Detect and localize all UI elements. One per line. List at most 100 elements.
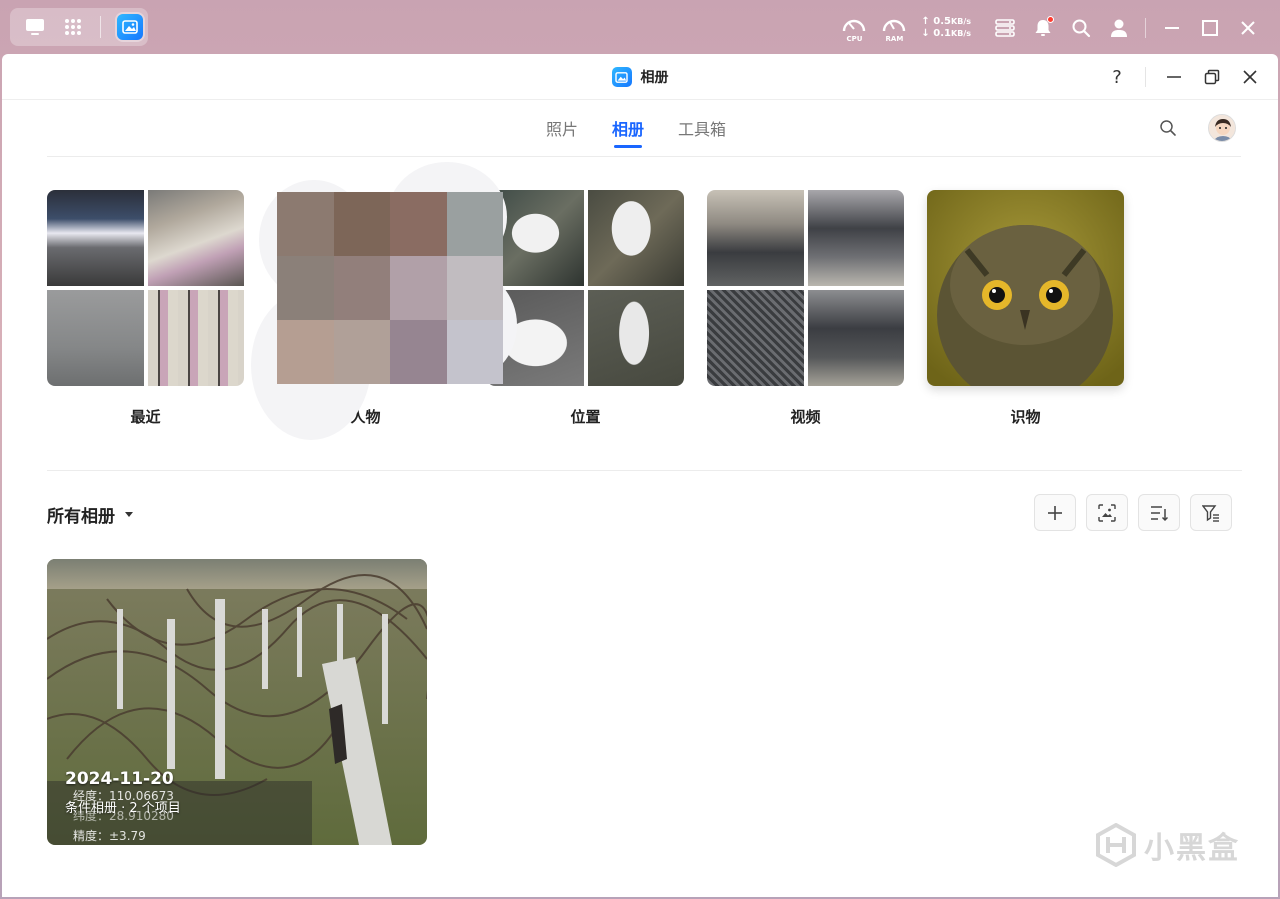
notification-bell-icon[interactable]	[1031, 16, 1055, 40]
category-recent[interactable]: 最近	[47, 190, 244, 427]
photos-window: 相册 ? 照片 相册 工具箱 最近 人物 位置 视频 识物 所有相册 2024-…	[2, 54, 1278, 897]
watermark-logo-icon	[1096, 823, 1136, 867]
add-album-button[interactable]	[1034, 494, 1076, 531]
upload-speed: 0.5	[933, 16, 952, 27]
mosaic-cell	[277, 192, 334, 256]
taskbar-status-area: CPU RAM ↑ 0.5KB/s ↓ 0.1KB/s	[841, 12, 1260, 44]
video-photo-3	[707, 290, 804, 386]
people-mosaic	[277, 192, 503, 384]
owl-photo	[927, 190, 1124, 386]
category-recent-thumbnail	[47, 190, 244, 386]
help-button[interactable]: ?	[1107, 67, 1127, 88]
album-toolbar	[1034, 494, 1232, 531]
category-location[interactable]: 位置	[487, 190, 684, 427]
tab-albums[interactable]: 相册	[612, 100, 644, 156]
search-icon[interactable]	[1158, 118, 1178, 138]
upload-arrow-icon: ↑	[921, 16, 930, 27]
photos-app-taskbar-icon[interactable]	[117, 14, 143, 40]
mosaic-cell	[446, 192, 503, 256]
category-video-label: 视频	[790, 408, 821, 426]
video-photo-4	[807, 290, 904, 386]
caret-down-icon	[125, 512, 133, 517]
global-search-icon[interactable]	[1069, 16, 1093, 40]
mosaic-cell	[446, 320, 503, 384]
tabs-divider	[47, 156, 1241, 157]
category-people-thumbnail	[251, 162, 517, 440]
filter-button[interactable]	[1190, 494, 1232, 531]
photos-app-icon	[611, 67, 632, 87]
location-photo-2	[587, 190, 684, 286]
tabs-bar-actions	[1158, 100, 1236, 156]
window-controls-separator	[1145, 67, 1146, 87]
window-title: 相册	[640, 70, 669, 86]
upload-unit: KB/s	[951, 17, 971, 26]
all-albums-header: 所有相册	[47, 494, 1232, 534]
download-arrow-icon: ↓	[921, 28, 930, 39]
window-restore-button[interactable]	[1202, 67, 1222, 87]
category-recent-label: 最近	[130, 408, 161, 426]
recent-photo-4	[147, 290, 244, 386]
category-people[interactable]: 人物	[251, 162, 517, 440]
album-date: 2024-11-20	[65, 769, 174, 789]
desktop-close-icon[interactable]	[1236, 16, 1260, 40]
category-video-thumbnail	[707, 190, 904, 386]
app-grid-icon[interactable]	[62, 16, 84, 38]
recent-photo-1	[47, 190, 144, 286]
tab-toolbox[interactable]: 工具箱	[678, 100, 726, 156]
cpu-gauge[interactable]: CPU	[841, 15, 867, 43]
sort-icon	[1151, 505, 1168, 521]
show-desktop-icon[interactable]	[24, 16, 46, 38]
tab-photos[interactable]: 照片	[546, 100, 578, 156]
video-photo-2	[807, 190, 904, 286]
mosaic-cell	[277, 256, 334, 320]
filter-icon	[1202, 504, 1219, 522]
notification-dot	[1047, 16, 1054, 23]
recent-photo-2	[147, 190, 244, 286]
user-avatar[interactable]	[1208, 114, 1236, 142]
video-photo-1	[707, 190, 804, 286]
ram-gauge[interactable]: RAM	[881, 15, 907, 43]
taskbar-launcher-group	[10, 8, 148, 46]
ram-gauge-label: RAM	[885, 35, 904, 43]
tabs-bar: 照片 相册 工具箱	[2, 100, 1278, 156]
mosaic-cell	[390, 320, 447, 384]
desktop-taskbar: CPU RAM ↑ 0.5KB/s ↓ 0.1KB/s	[0, 0, 1280, 54]
sort-button[interactable]	[1138, 494, 1180, 531]
mosaic-cell	[277, 320, 334, 384]
network-speed: ↑ 0.5KB/s ↓ 0.1KB/s	[921, 16, 971, 40]
category-objects[interactable]: 识物	[927, 190, 1124, 427]
smart-album-button[interactable]	[1086, 494, 1128, 531]
download-speed: 0.1	[933, 28, 952, 39]
task-manager-icon[interactable]	[993, 16, 1017, 40]
categories-divider	[47, 470, 1242, 471]
category-video[interactable]: 视频	[707, 190, 904, 427]
album-precision: 精度：±3.79	[73, 829, 146, 843]
mosaic-cell	[333, 192, 390, 256]
cpu-gauge-label: CPU	[846, 35, 863, 43]
window-minimize-button[interactable]	[1164, 67, 1184, 87]
image-scan-icon	[1098, 503, 1116, 522]
taskbar-separator-right	[1145, 18, 1146, 38]
mosaic-cell	[390, 192, 447, 256]
plus-icon	[1048, 505, 1062, 520]
window-close-button[interactable]	[1240, 67, 1260, 87]
desktop-minimize-icon[interactable]	[1160, 16, 1184, 40]
download-unit: KB/s	[951, 29, 971, 38]
watermark: 小黑盒	[1094, 823, 1240, 867]
desktop-maximize-icon[interactable]	[1198, 16, 1222, 40]
category-objects-thumbnail	[927, 190, 1124, 386]
mosaic-cell	[333, 256, 390, 320]
all-albums-dropdown[interactable]: 所有相册	[47, 502, 133, 527]
taskbar-separator	[100, 16, 101, 38]
user-account-icon[interactable]	[1107, 16, 1131, 40]
main-tabs: 照片 相册 工具箱	[2, 100, 1278, 156]
category-location-label: 位置	[570, 408, 601, 426]
all-albums-title: 所有相册	[47, 507, 115, 527]
recent-photo-3	[47, 290, 144, 386]
window-titlebar: 相册 ?	[2, 54, 1278, 100]
category-location-thumbnail	[487, 190, 684, 386]
album-latitude: 纬度：28.910280	[73, 809, 174, 823]
location-photo-4	[587, 290, 684, 386]
window-controls: ?	[1107, 54, 1260, 100]
album-card[interactable]: 2024-11-20 经度：110.06673 条件相册 · 2 个项目 纬度：…	[47, 559, 427, 845]
